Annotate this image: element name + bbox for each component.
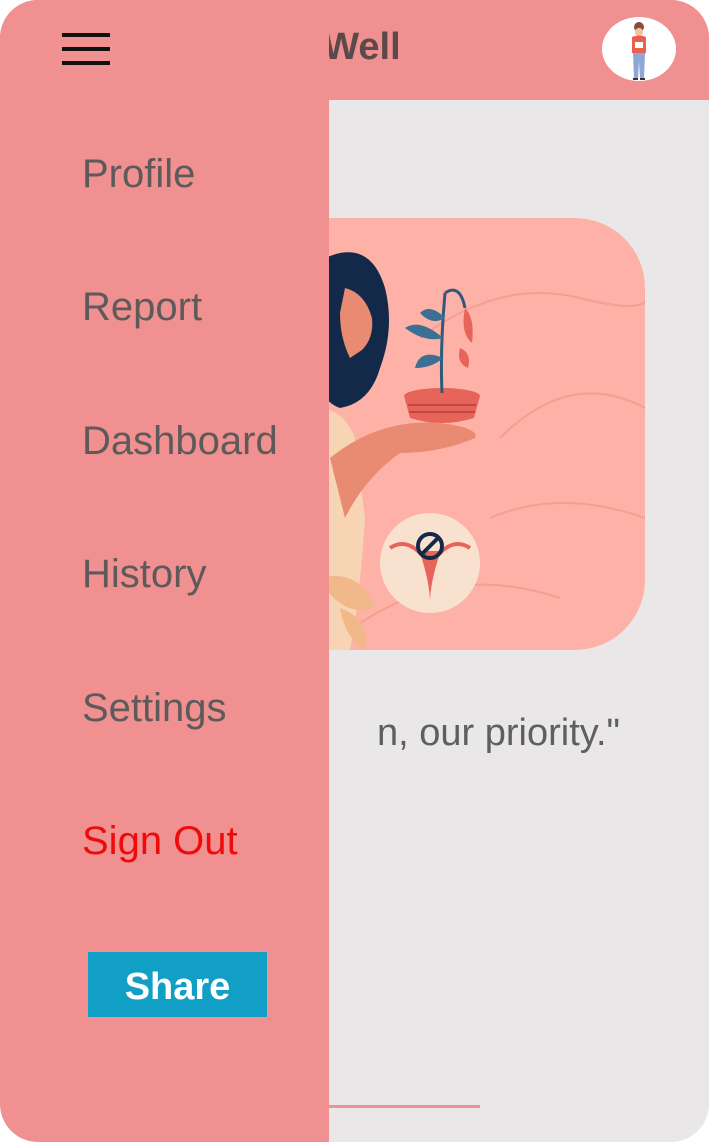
- user-avatar-icon[interactable]: [602, 17, 676, 81]
- menu-item-profile[interactable]: Profile: [82, 152, 195, 197]
- app-screen: nWell n, our priority." Profile Report D…: [0, 0, 709, 1142]
- navigation-drawer: Profile Report Dashboard History Setting…: [0, 0, 329, 1142]
- hamburger-menu-icon[interactable]: [60, 30, 112, 70]
- menu-item-history[interactable]: History: [82, 552, 206, 597]
- menu-item-settings[interactable]: Settings: [82, 686, 227, 731]
- app-title: nWell: [300, 26, 401, 68]
- share-button[interactable]: Share: [88, 952, 267, 1017]
- menu-item-report[interactable]: Report: [82, 285, 202, 330]
- sign-out-button[interactable]: Sign Out: [82, 819, 238, 864]
- menu-item-dashboard[interactable]: Dashboard: [82, 419, 278, 464]
